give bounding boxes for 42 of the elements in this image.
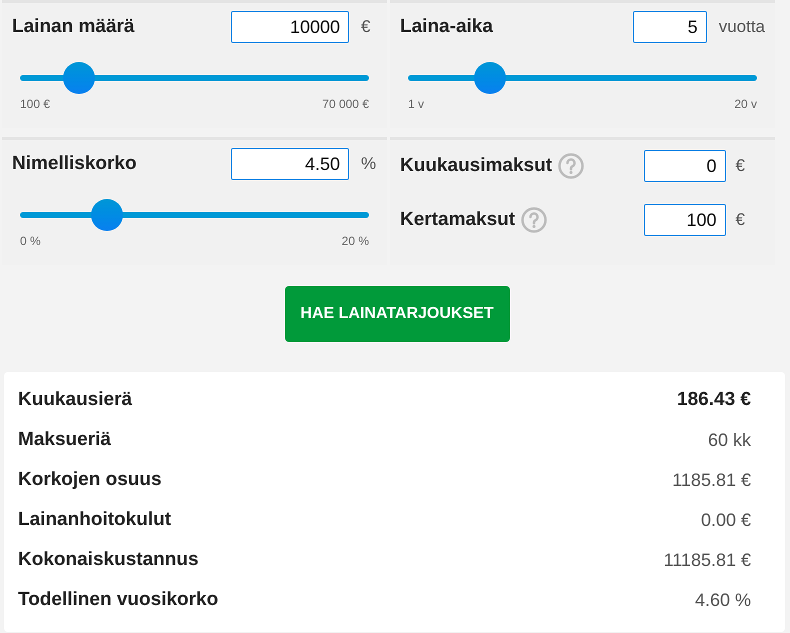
value-field[interactable]: 5 xyxy=(632,11,707,43)
field-label: Lainan määrä xyxy=(12,14,134,39)
max-label: 70 000 € xyxy=(322,96,369,113)
max-label: 20 % xyxy=(342,233,369,250)
result-label: Korkojen osuus xyxy=(18,468,162,492)
result-label: Maksueriä xyxy=(18,428,111,452)
unit-label: € xyxy=(736,155,745,178)
field-label: Kertamaksut xyxy=(400,208,516,232)
min-label: 1 v xyxy=(408,96,424,113)
result-label: Kuukausierä xyxy=(18,388,132,412)
result-value: 11185.81 € xyxy=(664,548,751,572)
result-label: Todellinen vuosikorko xyxy=(18,588,218,612)
min-label: 100 € xyxy=(20,96,50,113)
field-label: Nimelliskorko xyxy=(12,152,137,176)
result-value: 186.43 € xyxy=(677,388,751,412)
slider[interactable] xyxy=(408,62,757,94)
result-label: Lainanhoitokulut xyxy=(18,508,172,532)
unit-label: € xyxy=(361,16,372,38)
result-value: 0.00 € xyxy=(700,508,751,532)
result-value: 60 kk xyxy=(708,428,751,452)
max-label: 20 v xyxy=(734,96,757,113)
slider-thumb[interactable] xyxy=(63,62,96,94)
unit-label: vuotta xyxy=(718,16,765,38)
value-field[interactable]: 10000 xyxy=(231,11,349,43)
value-field[interactable]: 4.50 xyxy=(231,148,349,180)
min-label: 0 % xyxy=(20,233,41,250)
field-label: Kuukausimaksut xyxy=(400,154,552,178)
slider-thumb[interactable] xyxy=(91,199,124,231)
slider[interactable] xyxy=(20,62,369,94)
field-label: Laina-aika xyxy=(400,14,493,39)
slider[interactable] xyxy=(20,199,369,231)
help-icon[interactable] xyxy=(521,207,548,233)
value-field[interactable]: 100 xyxy=(644,204,726,236)
result-label: Kokonaiskustannus xyxy=(18,548,199,572)
search-offers-button[interactable]: HAE LAINATARJOUKSET xyxy=(284,286,510,342)
slider-thumb[interactable] xyxy=(474,62,506,94)
result-value: 1185.81 € xyxy=(672,468,751,492)
unit-label: % xyxy=(361,153,377,176)
value-field[interactable]: 0 xyxy=(644,150,726,182)
result-value: 4.60 % xyxy=(694,588,751,612)
help-icon[interactable] xyxy=(558,153,584,179)
unit-label: € xyxy=(736,209,745,232)
